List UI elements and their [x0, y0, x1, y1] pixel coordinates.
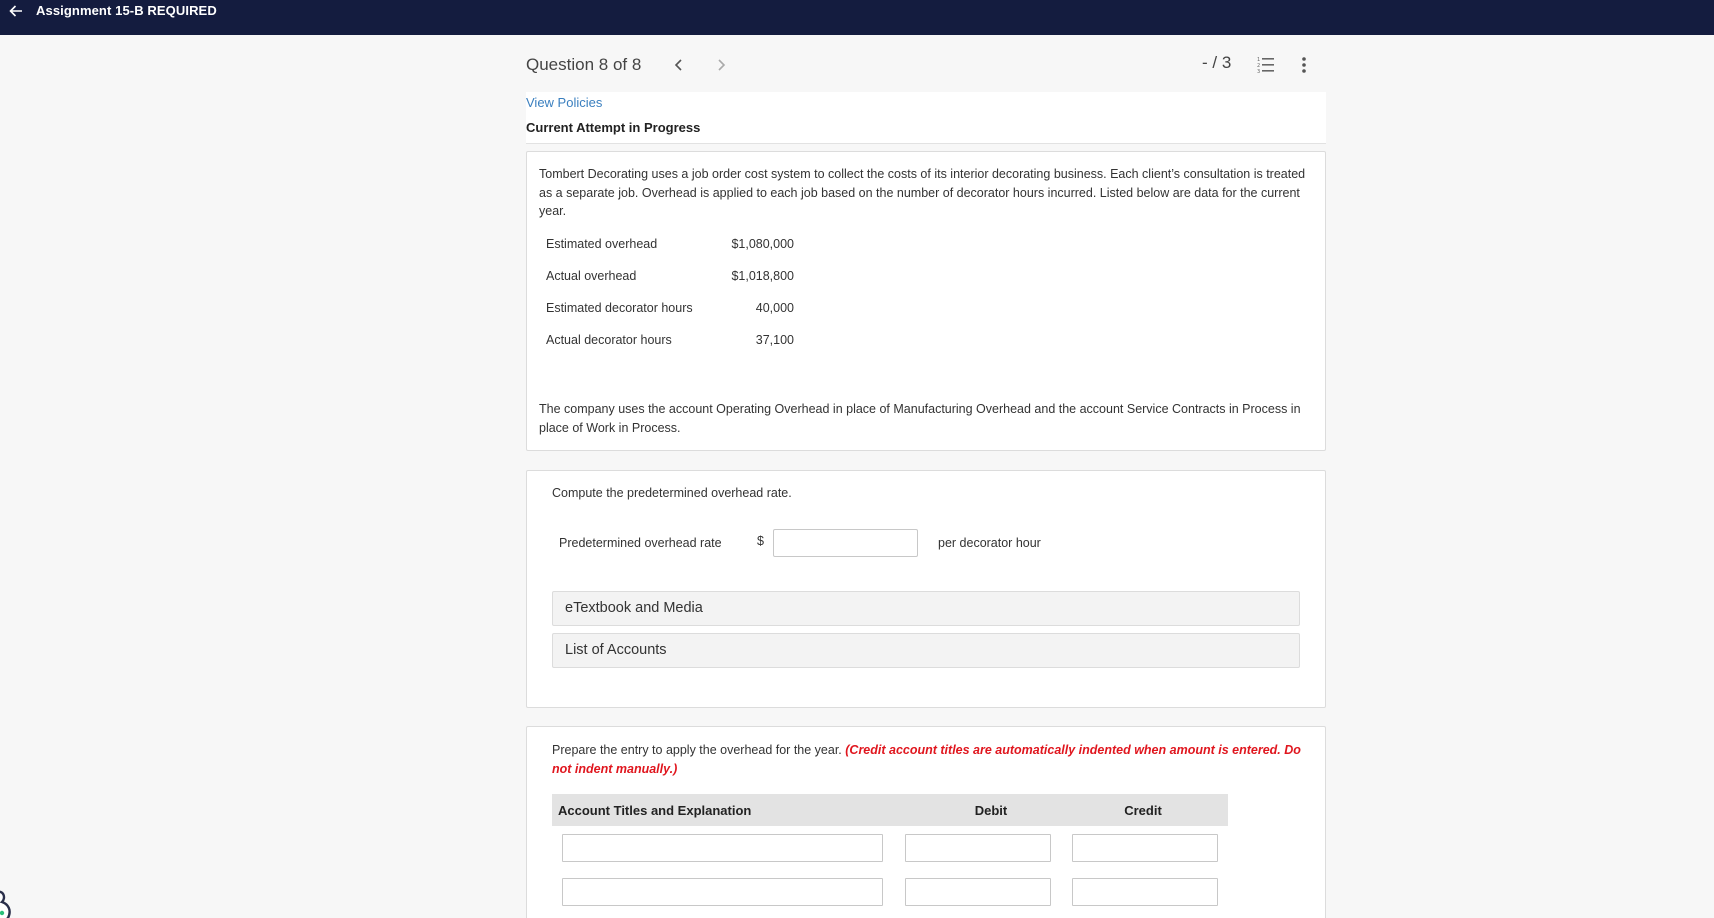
column-header-debit: Debit	[974, 802, 1008, 818]
data-row: Actual overhead $1,018,800	[546, 269, 806, 301]
part2-card: Prepare the entry to apply the overhead …	[526, 726, 1326, 918]
etextbook-media-accordion[interactable]: eTextbook and Media	[552, 591, 1300, 626]
data-label: Estimated overhead	[546, 237, 658, 251]
data-row: Estimated overhead $1,080,000	[546, 237, 806, 269]
policy-panel: View Policies Current Attempt in Progres…	[526, 92, 1326, 144]
data-row: Estimated decorator hours 40,000	[546, 301, 806, 333]
svg-text:3: 3	[1257, 69, 1260, 75]
assignment-title: Assignment 15-B REQUIRED	[36, 3, 217, 18]
credit-input[interactable]	[1072, 834, 1218, 862]
data-value: 37,100	[755, 333, 794, 347]
journal-entry-table: Account Titles and Explanation Debit Cre…	[552, 794, 1228, 914]
question-counter: Question 8 of 8	[526, 55, 642, 74]
help-widget-icon[interactable]	[0, 888, 22, 918]
data-value: $1,080,000	[731, 237, 794, 251]
data-label: Actual overhead	[546, 269, 637, 283]
credit-input[interactable]	[1072, 878, 1218, 906]
part2-prompt: Prepare the entry to apply the overhead …	[552, 743, 842, 757]
column-header-credit: Credit	[1124, 802, 1162, 818]
debit-input[interactable]	[905, 878, 1051, 906]
next-question-button[interactable]	[709, 53, 733, 77]
overhead-rate-input[interactable]	[773, 529, 918, 557]
account-title-input[interactable]	[562, 834, 883, 862]
problem-intro: Tombert Decorating uses a job order cost…	[539, 167, 1306, 218]
debit-input[interactable]	[905, 834, 1051, 862]
part2-instructions: Prepare the entry to apply the overhead …	[552, 741, 1312, 778]
arrow-left-icon[interactable]	[6, 1, 26, 21]
numbered-list-icon[interactable]: 1 2 3	[1256, 54, 1278, 76]
journal-row	[552, 870, 1228, 914]
data-value: $1,018,800	[731, 269, 794, 283]
attempt-status: Current Attempt in Progress	[526, 120, 701, 135]
data-row: Actual decorator hours 37,100	[546, 333, 806, 365]
rate-label: Predetermined overhead rate	[559, 536, 722, 550]
previous-question-button[interactable]	[667, 53, 691, 77]
data-label: Estimated decorator hours	[546, 301, 693, 315]
journal-row	[552, 826, 1228, 870]
list-of-accounts-accordion[interactable]: List of Accounts	[552, 633, 1300, 668]
column-header-account: Account Titles and Explanation	[558, 802, 752, 818]
rate-row: Predetermined overhead rate $ per decora…	[559, 529, 1041, 557]
question-header: Question 8 of 8 - / 3 1 2 3	[526, 50, 1326, 80]
top-bar: Assignment 15-B REQUIRED	[0, 0, 1714, 35]
problem-data-table: Estimated overhead $1,080,000 Actual ove…	[546, 237, 806, 365]
score-display: - / 3	[1202, 53, 1232, 72]
chevron-left-icon	[675, 59, 682, 71]
chevron-right-icon	[718, 59, 726, 71]
problem-note: The company uses the account Operating O…	[539, 402, 1301, 435]
vertical-ellipsis-icon[interactable]	[1295, 54, 1313, 76]
part1-card: Compute the predetermined overhead rate.…	[526, 470, 1326, 708]
journal-table-header: Account Titles and Explanation Debit Cre…	[552, 794, 1228, 826]
rate-unit: per decorator hour	[938, 536, 1041, 550]
view-policies-link[interactable]: View Policies	[526, 95, 602, 110]
data-label: Actual decorator hours	[546, 333, 672, 347]
account-title-input[interactable]	[562, 878, 883, 906]
problem-card: Tombert Decorating uses a job order cost…	[526, 151, 1326, 451]
data-value: 40,000	[755, 301, 794, 315]
part1-prompt: Compute the predetermined overhead rate.	[552, 486, 792, 500]
currency-symbol: $	[757, 534, 764, 548]
